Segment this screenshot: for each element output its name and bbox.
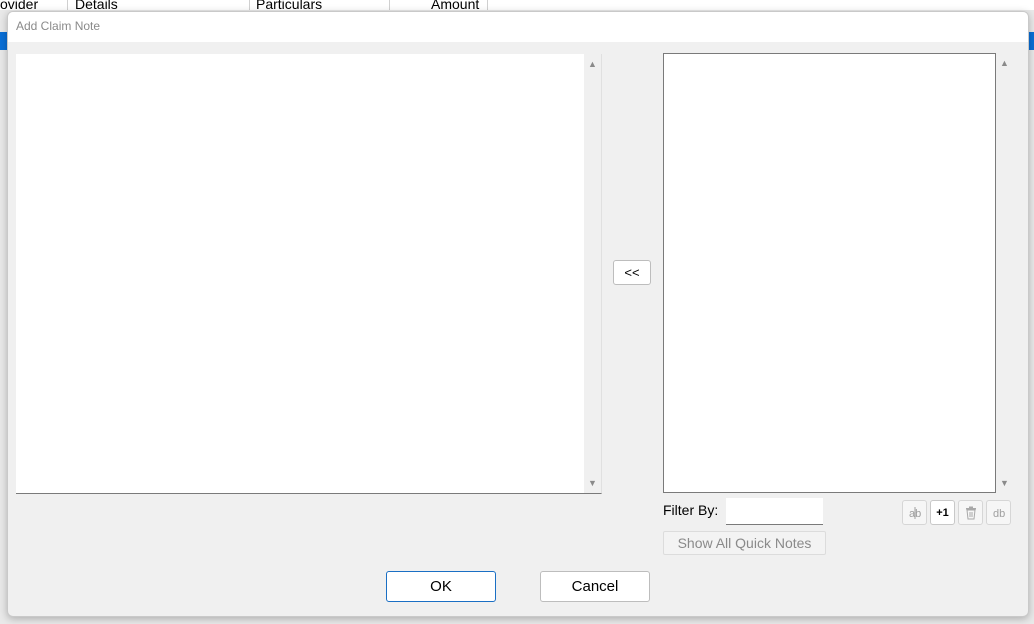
- cancel-button[interactable]: Cancel: [540, 571, 650, 602]
- edit-quick-note-button[interactable]: ab: [902, 500, 927, 525]
- dialog-titlebar[interactable]: Add Claim Note: [8, 12, 1028, 42]
- delete-quick-note-button[interactable]: [958, 500, 983, 525]
- background-column-particulars: Particulars: [256, 0, 323, 10]
- trash-icon: [965, 506, 976, 519]
- background-column-amount: Amount: [431, 0, 480, 10]
- database-icon: db: [993, 508, 1005, 520]
- background-column-divider: [487, 0, 488, 10]
- background-accent-bar: [0, 32, 7, 50]
- svg-text:db: db: [993, 508, 1005, 520]
- add-quick-note-button[interactable]: +1: [930, 500, 955, 525]
- scroll-up-arrow-icon[interactable]: ▲: [996, 55, 1013, 71]
- ok-button[interactable]: OK: [386, 571, 496, 602]
- scroll-up-arrow-icon[interactable]: ▲: [584, 56, 601, 72]
- background-column-details: Details: [75, 0, 118, 10]
- insert-quick-note-button[interactable]: <<: [613, 260, 651, 285]
- edit-icon: ab: [909, 506, 921, 520]
- add-claim-note-dialog: Add Claim Note ▲ ▼ << ▲ ▼ Filter By: ab …: [7, 11, 1029, 617]
- filter-input[interactable]: [726, 498, 823, 525]
- background-column-divider: [389, 0, 390, 10]
- show-all-quick-notes-button[interactable]: Show All Quick Notes: [663, 531, 826, 555]
- note-scrollbar[interactable]: ▲ ▼: [584, 54, 601, 493]
- background-column-divider: [249, 0, 250, 10]
- background-column-divider: [67, 0, 68, 10]
- scroll-down-arrow-icon[interactable]: ▼: [584, 475, 601, 491]
- database-quick-note-button[interactable]: db: [986, 500, 1011, 525]
- quick-notes-scrollbar[interactable]: ▲ ▼: [996, 53, 1013, 493]
- quick-notes-list[interactable]: [663, 53, 996, 493]
- background-column-provider: ovider: [0, 0, 39, 10]
- note-text-area: ▲ ▼: [16, 54, 602, 494]
- background-table-header: ovider Details Particulars Amount: [0, 0, 1034, 10]
- note-textarea[interactable]: [16, 54, 584, 493]
- dialog-title: Add Claim Note: [16, 19, 101, 33]
- filter-by-label: Filter By:: [663, 502, 719, 518]
- scroll-down-arrow-icon[interactable]: ▼: [996, 475, 1013, 491]
